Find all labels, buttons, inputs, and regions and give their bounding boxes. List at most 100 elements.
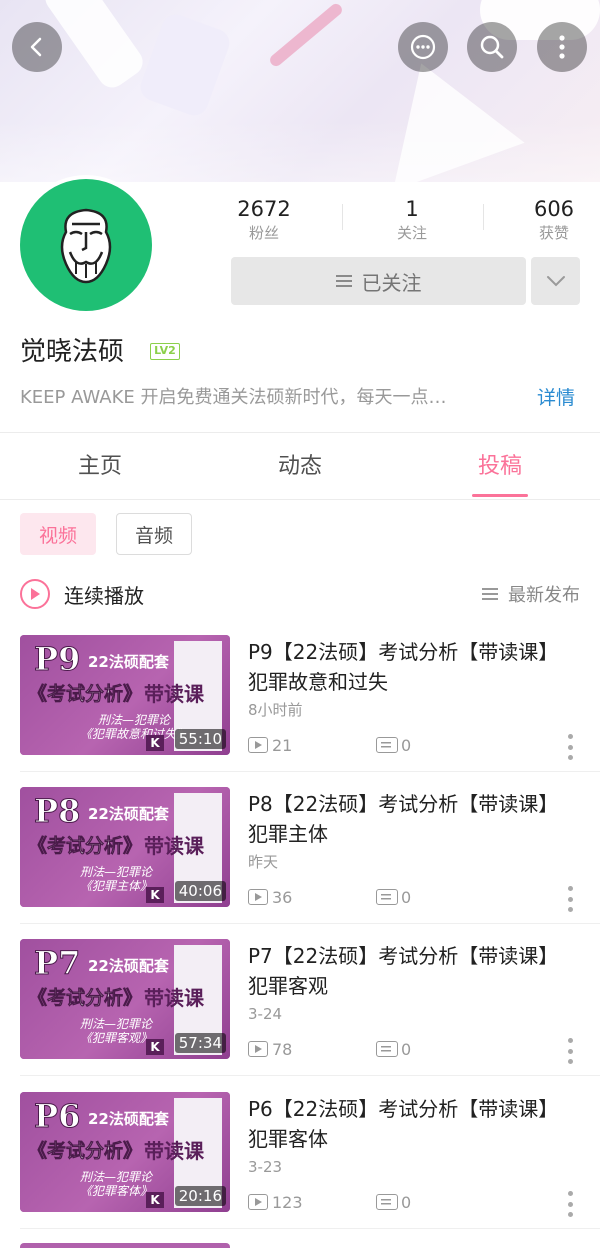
play-count-icon	[248, 1194, 268, 1210]
danmaku-count: 0	[376, 1038, 411, 1060]
danmaku-icon	[376, 1194, 398, 1210]
video-title[interactable]: P7【22法硕】考试分析【带读课】犯罪客观	[248, 941, 568, 1001]
stat-label: 粉丝	[248, 224, 279, 242]
more-vertical-icon	[559, 35, 565, 59]
danmaku-count-value: 0	[401, 887, 412, 907]
video-more-button[interactable]	[560, 1036, 580, 1066]
followed-button[interactable]: 已关注	[231, 257, 526, 305]
dot	[567, 1048, 573, 1054]
video-title[interactable]: P8【22法硕】考试分析【带读课】犯罪主体	[248, 789, 568, 849]
dot	[567, 886, 573, 891]
video-list-item[interactable]: P7 22法硕配套 《考试分析》 带读课 刑法—犯罪论 《犯罪客观》 K 57:…	[0, 924, 600, 1076]
video-publish-time: 3-23	[248, 1158, 283, 1176]
dot	[567, 744, 573, 750]
thumbnail-logo: K	[146, 735, 164, 751]
thumbnail-part-number: P9	[33, 640, 81, 678]
recommend-dropdown-button[interactable]	[531, 257, 580, 305]
thumbnail-subtitle: 刑法—犯罪论 《犯罪客观》	[80, 1017, 153, 1045]
avatar-image	[20, 179, 152, 311]
dot	[567, 734, 573, 739]
user-signature: KEEP AWAKE 开启免费通关法硕新时代，每天一点…	[20, 387, 447, 408]
video-title[interactable]: P9【22法硕】考试分析【带读课】犯罪故意和过失	[248, 637, 568, 697]
avatar[interactable]	[16, 175, 156, 315]
thumbnail-course-text: 《考试分析》	[28, 683, 143, 706]
video-list-item[interactable]: P6 22法硕配套 《考试分析》 带读课 刑法—犯罪论 《犯罪客体》 K 20:…	[0, 1077, 600, 1229]
thumbnail-part-number: P6	[33, 1097, 81, 1135]
stat-following[interactable]: 1 关注	[352, 196, 472, 244]
danmaku-count: 0	[376, 886, 411, 908]
video-duration: 20:16	[174, 1186, 226, 1206]
video-more-button[interactable]	[560, 1189, 580, 1219]
dot	[567, 1038, 573, 1043]
video-more-button[interactable]	[560, 732, 580, 762]
stat-divider	[342, 204, 343, 230]
divider	[0, 499, 600, 500]
video-publish-time: 3-24	[248, 1005, 283, 1023]
play-count-value: 21	[272, 735, 293, 755]
back-button[interactable]	[12, 22, 62, 72]
video-thumbnail-partial[interactable]	[20, 1243, 230, 1248]
play-count: 21	[248, 734, 292, 756]
menu-lines-icon	[335, 275, 352, 287]
header-banner	[0, 0, 600, 182]
video-thumbnail[interactable]: P7 22法硕配套 《考试分析》 带读课 刑法—犯罪论 《犯罪客观》 K 57:…	[20, 939, 230, 1059]
danmaku-icon	[376, 889, 398, 905]
thumbnail-tag-text: 带读课	[144, 1139, 204, 1163]
dot	[567, 755, 573, 760]
stat-value: 1	[405, 197, 419, 221]
tab-home[interactable]: 主页	[50, 450, 150, 484]
danmaku-count: 0	[376, 734, 411, 756]
filter-video-chip[interactable]: 视频	[20, 513, 96, 555]
tab-posts[interactable]: 投稿	[450, 450, 550, 484]
stat-label: 关注	[396, 224, 427, 242]
thumbnail-series-text: 22法硕配套	[88, 957, 169, 975]
dot	[567, 1059, 573, 1064]
tab-dynamic[interactable]: 动态	[250, 450, 350, 484]
search-button[interactable]	[467, 22, 517, 72]
stat-followers[interactable]: 2672 粉丝	[204, 196, 324, 244]
dot	[567, 907, 573, 912]
dot	[567, 1191, 573, 1196]
sort-dropdown[interactable]: 最新发布	[482, 576, 580, 612]
play-circle-icon	[20, 579, 50, 609]
search-icon	[480, 35, 504, 59]
level-badge: LV2	[150, 343, 180, 360]
video-duration: 57:34	[174, 1033, 226, 1053]
detail-link[interactable]: 详情	[537, 384, 575, 412]
thumbnail-subtitle: 刑法—犯罪论 《犯罪主体》	[80, 865, 153, 893]
play-count-icon	[248, 737, 268, 753]
video-list-item[interactable]: P8 22法硕配套 《考试分析》 带读课 刑法—犯罪论 《犯罪主体》 K 40:…	[0, 772, 600, 924]
stat-likes[interactable]: 606 获赞	[494, 196, 600, 244]
thumbnail-subtitle: 刑法—犯罪论 《犯罪客体》	[80, 1170, 153, 1198]
thumbnail-logo: K	[146, 1039, 164, 1055]
video-thumbnail[interactable]: P9 22法硕配套 《考试分析》 带读课 刑法—犯罪论 《犯罪故意和过失》 K …	[20, 635, 230, 755]
play-count-icon	[248, 889, 268, 905]
banner-decoration	[267, 1, 345, 69]
video-list-item[interactable]: P9 22法硕配套 《考试分析》 带读课 刑法—犯罪论 《犯罪故意和过失》 K …	[0, 620, 600, 772]
thumbnail-series-text: 22法硕配套	[88, 653, 169, 671]
more-options-button[interactable]	[537, 22, 587, 72]
play-count-value: 78	[272, 1039, 293, 1059]
video-more-button[interactable]	[560, 884, 580, 914]
divider	[0, 432, 600, 433]
user-name: 觉晓法硕	[20, 337, 125, 367]
danmaku-icon	[376, 1041, 398, 1057]
divider	[20, 1075, 600, 1076]
video-thumbnail[interactable]: P8 22法硕配套 《考试分析》 带读课 刑法—犯罪论 《犯罪主体》 K 40:…	[20, 787, 230, 907]
thumbnail-tag-text: 带读课	[144, 986, 204, 1010]
thumbnail-series-text: 22法硕配套	[88, 1110, 169, 1128]
play-all-button[interactable]: 连续播放	[20, 576, 144, 612]
video-title[interactable]: P6【22法硕】考试分析【带读课】犯罪客体	[248, 1094, 568, 1154]
video-publish-time: 昨天	[248, 853, 279, 871]
followed-label: 已关注	[361, 270, 422, 295]
thumbnail-tag-text: 带读课	[144, 682, 204, 706]
dot	[567, 1212, 573, 1217]
filter-audio-chip[interactable]: 音频	[116, 513, 192, 555]
play-count: 36	[248, 886, 292, 908]
thumbnail-subtitle: 刑法—犯罪论 《犯罪故意和过失》	[80, 713, 189, 741]
bearded-face-icon	[60, 208, 112, 284]
message-button[interactable]	[398, 22, 448, 72]
play-all-label: 连续播放	[64, 583, 144, 608]
thumbnail-logo: K	[146, 1192, 164, 1208]
video-thumbnail[interactable]: P6 22法硕配套 《考试分析》 带读课 刑法—犯罪论 《犯罪客体》 K 20:…	[20, 1092, 230, 1212]
